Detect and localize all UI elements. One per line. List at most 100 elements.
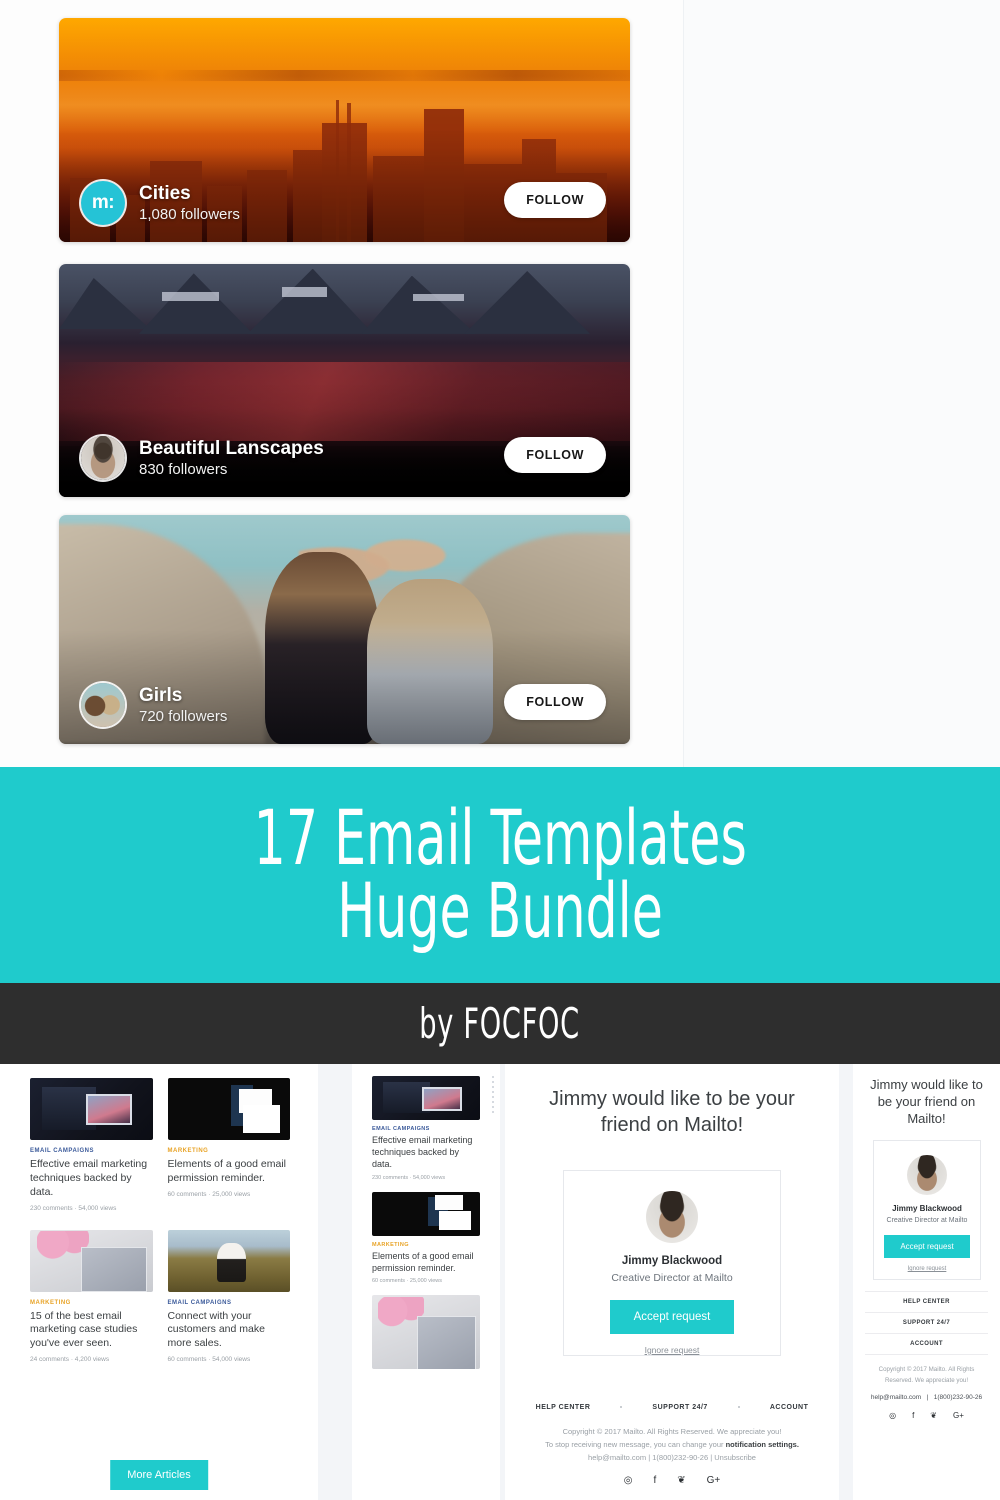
- footer-link-account[interactable]: ACCOUNT: [770, 1404, 809, 1411]
- article-card[interactable]: MARKETING Elements of a good email permi…: [372, 1191, 480, 1285]
- separator: |: [648, 1452, 651, 1462]
- article-grid: EMAIL CAMPAIGNS Effective email marketin…: [30, 1078, 290, 1363]
- follow-card-cities[interactable]: m: Cities 1,080 followers FOLLOW: [59, 18, 630, 242]
- page-title-line-1: 17 Email Templates: [253, 793, 747, 883]
- notification-text: To stop receiving new message, you can c…: [545, 1439, 726, 1449]
- avatar-mailto-logo: m:: [81, 181, 125, 225]
- social-links: ◎ f ❦ G+: [863, 1411, 990, 1420]
- googleplus-icon[interactable]: G+: [953, 1411, 964, 1420]
- author-byline: by FOCFOC: [419, 999, 581, 1048]
- follow-card-girls[interactable]: Girls 720 followers FOLLOW: [59, 515, 630, 744]
- article-card[interactable]: MARKETING 15 of the best email marketing…: [30, 1229, 153, 1363]
- contact-line: help@mailto.com | 1(800)232-90-26: [863, 1394, 990, 1401]
- card-followers: 1,080 followers: [139, 206, 240, 224]
- copyright-line-2: To stop receiving new message, you can c…: [525, 1438, 819, 1451]
- article-stats: 60 comments · 25,000 views: [167, 1190, 251, 1198]
- support-email[interactable]: help@mailto.com: [871, 1394, 921, 1401]
- separator-dot: [737, 1406, 740, 1409]
- scrollbar[interactable]: [490, 1076, 496, 1116]
- article-kicker: EMAIL CAMPAIGNS: [372, 1126, 430, 1132]
- title-banner: 17 Email Templates Huge Bundle: [0, 767, 1000, 983]
- article-kicker: MARKETING: [372, 1241, 409, 1248]
- separator: |: [926, 1394, 929, 1402]
- byline-bar: by FOCFOC: [0, 983, 1000, 1064]
- twitter-icon[interactable]: ❦: [677, 1475, 685, 1486]
- email-footer: Copyright © 2017 Mailto. All Rights Rese…: [863, 1364, 990, 1420]
- article-thumbnail: [372, 1076, 480, 1120]
- copyright-line-1: Copyright © 2017 Mailto. All Rights Rese…: [562, 1426, 782, 1436]
- instagram-icon[interactable]: ◎: [889, 1411, 896, 1420]
- article-card[interactable]: [372, 1295, 480, 1370]
- article-list: EMAIL CAMPAIGNS Effective email marketin…: [372, 1076, 480, 1380]
- page-title-line-2: Huge Bundle: [337, 866, 663, 955]
- article-title: Elements of a good email permission remi…: [167, 1158, 286, 1184]
- avatar-girls-photo: [81, 683, 125, 727]
- card-meta: Girls 720 followers: [81, 683, 227, 727]
- notification-settings-link[interactable]: notification settings.: [726, 1440, 799, 1449]
- instagram-icon[interactable]: ◎: [624, 1475, 633, 1486]
- friend-request-card: Jimmy Blackwood Creative Director at Mai…: [563, 1170, 781, 1356]
- card-followers: 720 followers: [139, 708, 228, 726]
- friend-request-email-mobile: Jimmy would like to be your friend on Ma…: [853, 1064, 1000, 1500]
- contact-line: help@mailto.com | 1(800)232-90-26 | Unsu…: [525, 1451, 819, 1464]
- unsubscribe-link[interactable]: Unsubscribe: [714, 1453, 756, 1462]
- friend-request-heading: Jimmy would like to be your friend on Ma…: [549, 1088, 795, 1136]
- article-stats: 60 comments · 25,000 views: [372, 1278, 443, 1285]
- article-title: Effective email marketing techniques bac…: [30, 1158, 148, 1198]
- support-email[interactable]: help@mailto.com: [588, 1453, 646, 1462]
- friend-request-heading: Jimmy would like to be your friend on Ma…: [870, 1077, 983, 1127]
- article-card[interactable]: MARKETING Elements of a good email permi…: [167, 1078, 290, 1212]
- desktop-email-preview: m: Cities 1,080 followers FOLLOW Beautif…: [0, 0, 684, 767]
- copyright-line-2: Reserved. We appreciate you!: [884, 1377, 969, 1385]
- twitter-icon[interactable]: ❦: [930, 1411, 937, 1420]
- friend-name: Jimmy Blackwood: [621, 1255, 723, 1267]
- friend-request-card: Jimmy Blackwood Creative Director at Mai…: [873, 1140, 981, 1280]
- follow-button[interactable]: FOLLOW: [504, 437, 606, 473]
- more-articles-button[interactable]: More Articles: [110, 1460, 208, 1490]
- card-title: Beautiful Lanscapes: [139, 437, 324, 459]
- blog-email-mobile-preview: EMAIL CAMPAIGNS Effective email marketin…: [352, 1064, 500, 1500]
- follow-button[interactable]: FOLLOW: [504, 684, 606, 720]
- card-meta: m: Cities 1,080 followers: [81, 181, 240, 225]
- footer-link-help-center[interactable]: HELP CENTER: [865, 1291, 988, 1313]
- facebook-icon[interactable]: f: [653, 1475, 656, 1486]
- accept-request-button[interactable]: Accept request: [609, 1300, 735, 1334]
- article-stats: 60 comments · 54,000 views: [167, 1356, 251, 1364]
- avatar: [646, 1191, 698, 1243]
- footer-link-support[interactable]: SUPPORT 24/7: [865, 1313, 988, 1334]
- follow-card-landscapes[interactable]: Beautiful Lanscapes 830 followers FOLLOW: [59, 264, 630, 497]
- facebook-icon[interactable]: f: [912, 1411, 914, 1420]
- separator-dot: [620, 1406, 623, 1409]
- friend-request-email-desktop: Jimmy would like to be your friend on Ma…: [505, 1064, 839, 1500]
- footer-link-account[interactable]: ACCOUNT: [865, 1334, 988, 1355]
- blog-email-desktop-preview: EMAIL CAMPAIGNS Effective email marketin…: [0, 1064, 318, 1500]
- article-title: Connect with your customers and make mor…: [167, 1309, 265, 1350]
- friend-role: Creative Director at Mailto: [886, 1217, 968, 1224]
- article-card[interactable]: EMAIL CAMPAIGNS Effective email marketin…: [372, 1076, 480, 1181]
- footer-link-support[interactable]: SUPPORT 24/7: [652, 1404, 707, 1411]
- social-links: ◎ f ❦ G+: [525, 1475, 819, 1486]
- accept-request-button[interactable]: Accept request: [884, 1235, 970, 1258]
- article-thumbnail: [167, 1229, 290, 1292]
- ignore-request-link[interactable]: Ignore request: [908, 1266, 947, 1272]
- article-stats: 230 comments · 54,000 views: [30, 1204, 117, 1212]
- support-phone: 1(800)232-90-26: [652, 1452, 709, 1462]
- footer-link-help-center[interactable]: HELP CENTER: [536, 1404, 591, 1411]
- article-thumbnail: [167, 1078, 290, 1140]
- card-followers: 830 followers: [139, 461, 228, 479]
- article-thumbnail: [30, 1078, 153, 1140]
- article-card[interactable]: EMAIL CAMPAIGNS Effective email marketin…: [30, 1078, 153, 1212]
- mobile-email-preview: m: Cities 1,080 followers FOLLOW B: [684, 0, 1000, 767]
- article-thumbnail: [372, 1295, 480, 1370]
- article-card[interactable]: EMAIL CAMPAIGNS Connect with your custom…: [167, 1229, 290, 1364]
- article-title: 15 of the best email marketing case stud…: [30, 1309, 138, 1350]
- friend-name: Jimmy Blackwood: [892, 1204, 962, 1213]
- article-kicker: MARKETING: [30, 1299, 71, 1306]
- googleplus-icon[interactable]: G+: [707, 1475, 721, 1486]
- article-title: Effective email marketing techniques bac…: [372, 1135, 473, 1169]
- follow-button[interactable]: FOLLOW: [504, 182, 606, 218]
- card-meta: Beautiful Lanscapes 830 followers: [81, 436, 324, 480]
- article-title: Elements of a good email permission remi…: [372, 1250, 474, 1273]
- article-thumbnail: [30, 1229, 153, 1292]
- ignore-request-link[interactable]: Ignore request: [645, 1345, 700, 1355]
